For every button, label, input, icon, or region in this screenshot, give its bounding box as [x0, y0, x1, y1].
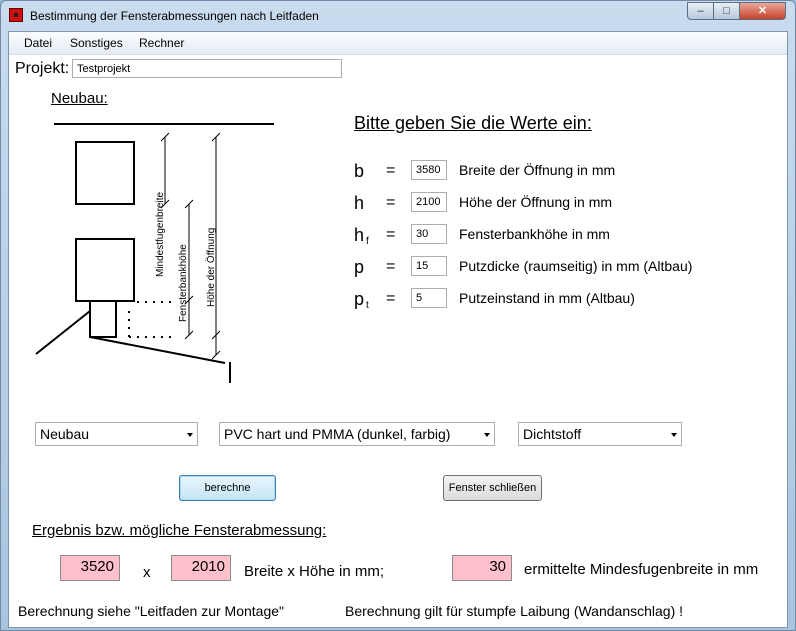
- footer-note-right: Berechnung gilt für stumpfe Laibung (Wan…: [345, 603, 684, 619]
- app-window: Bestimmung der Fensterabmessungen nach L…: [0, 0, 796, 631]
- calculate-button[interactable]: berechne: [179, 475, 276, 501]
- width-desc: Breite der Öffnung in mm: [459, 162, 616, 178]
- result-dim-label: Breite x Höhe in mm;: [244, 563, 385, 580]
- project-input[interactable]: [72, 59, 342, 78]
- close-button[interactable]: Fenster schließen: [443, 475, 542, 501]
- input-row-b: b = Breite der Öffnung in mm: [9, 160, 787, 190]
- sill-height-input[interactable]: [411, 224, 447, 244]
- dropdown-arrow-icon: [671, 433, 677, 437]
- plaster-inset-desc: Putzeinstand in mm (Altbau): [459, 290, 635, 306]
- dropdown-arrow-icon: [187, 433, 193, 437]
- app-icon[interactable]: [9, 8, 23, 22]
- menu-sonstiges[interactable]: Sonstiges: [70, 36, 123, 50]
- sealant-select[interactable]: Dichtstoff: [518, 422, 682, 446]
- footer-note-left: Berechnung siehe "Leitfaden zur Montage": [18, 603, 285, 619]
- material-select[interactable]: PVC hart und PMMA (dunkel, farbig): [219, 422, 495, 446]
- title-bar[interactable]: Bestimmung der Fensterabmessungen nach L…: [1, 1, 795, 31]
- width-input[interactable]: [411, 160, 447, 180]
- var-h: h: [354, 193, 365, 213]
- result-joint-label: ermittelte Mindesfugenbreite in mm: [524, 561, 759, 578]
- plaster-inset-input[interactable]: [411, 288, 447, 308]
- var-b: b: [354, 161, 365, 181]
- menu-rechner[interactable]: Rechner: [139, 36, 184, 50]
- input-heading: Bitte geben Sie die Werte ein:: [354, 113, 592, 133]
- times-sign: x: [143, 564, 151, 581]
- equals-sign: =: [386, 226, 396, 243]
- input-row-hf: hf = Fensterbankhöhe in mm: [9, 224, 787, 254]
- sealant-value: Dichtstoff: [523, 426, 582, 442]
- result-heading: Ergebnis bzw. mögliche Fensterabmessung:: [32, 522, 327, 539]
- project-label: Projekt:: [15, 60, 70, 77]
- result-width: 3520: [60, 555, 120, 581]
- minimize-button[interactable]: –: [687, 2, 714, 20]
- var-hf: hf: [354, 225, 369, 247]
- close-window-button[interactable]: ✕: [739, 2, 786, 20]
- equals-sign: =: [386, 258, 396, 275]
- section-title: Neubau:: [51, 90, 108, 107]
- construction-type-value: Neubau: [40, 426, 90, 442]
- material-value: PVC hart und PMMA (dunkel, farbig): [224, 426, 451, 442]
- menu-bar: Datei Sonstiges Rechner: [9, 32, 787, 55]
- construction-type-select[interactable]: Neubau: [35, 422, 198, 446]
- height-input[interactable]: [411, 192, 447, 212]
- result-height: 2010: [171, 555, 231, 581]
- window-title: Bestimmung der Fensterabmessungen nach L…: [30, 9, 319, 23]
- plaster-thickness-input[interactable]: [411, 256, 447, 276]
- input-row-h: h = Höhe der Öffnung in mm: [9, 192, 787, 222]
- var-p: p: [354, 257, 365, 277]
- client-area: Datei Sonstiges Rechner Projekt: Neubau:: [8, 31, 788, 628]
- equals-sign: =: [386, 290, 396, 307]
- equals-sign: =: [386, 194, 396, 211]
- height-desc: Höhe der Öffnung in mm: [459, 194, 613, 210]
- dropdown-arrow-icon: [484, 433, 490, 437]
- menu-datei[interactable]: Datei: [24, 36, 52, 50]
- var-pt: pt: [354, 289, 369, 311]
- input-row-p: p = Putzdicke (raumseitig) in mm (Altbau…: [9, 256, 787, 286]
- plaster-thickness-desc: Putzdicke (raumseitig) in mm (Altbau): [459, 258, 693, 274]
- maximize-button[interactable]: □: [713, 2, 740, 20]
- sill-height-desc: Fensterbankhöhe in mm: [459, 226, 610, 242]
- input-row-pt: pt = Putzeinstand in mm (Altbau): [9, 288, 787, 318]
- equals-sign: =: [386, 162, 396, 179]
- result-joint-width: 30: [452, 555, 512, 581]
